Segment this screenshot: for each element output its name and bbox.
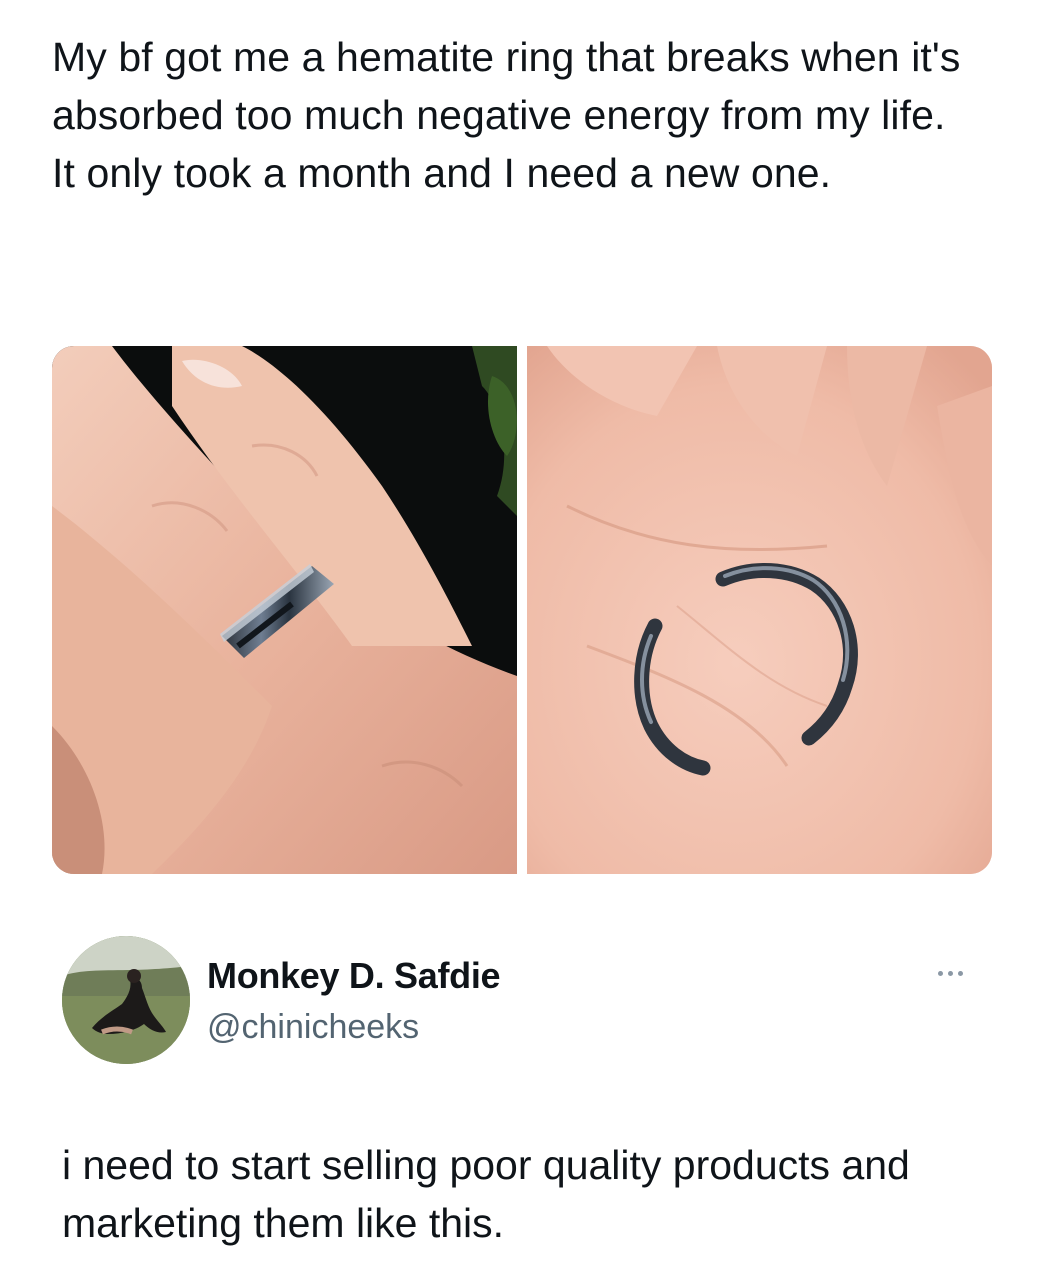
media-photo-broken-ring[interactable] [527, 346, 992, 874]
post-author-row: Monkey D. Safdie @chinicheeks [62, 936, 982, 1066]
more-dot [957, 970, 963, 976]
more-options-icon[interactable] [928, 958, 972, 988]
avatar[interactable] [62, 936, 190, 1064]
more-dot [947, 970, 953, 976]
author-display-name[interactable]: Monkey D. Safdie [207, 954, 501, 998]
post-text: i need to start selling poor quality pro… [62, 1142, 910, 1246]
author-handle[interactable]: @chinicheeks [207, 1006, 419, 1048]
broken-ring-in-palm-photo-icon [527, 346, 992, 874]
quoted-post-text: My bf got me a hematite ring that breaks… [52, 34, 961, 196]
avatar-photo-icon [62, 936, 190, 1064]
more-dot [937, 970, 943, 976]
intact-ring-on-finger-photo-icon [52, 346, 517, 874]
media-grid [52, 346, 992, 874]
media-photo-intact-ring[interactable] [52, 346, 517, 874]
